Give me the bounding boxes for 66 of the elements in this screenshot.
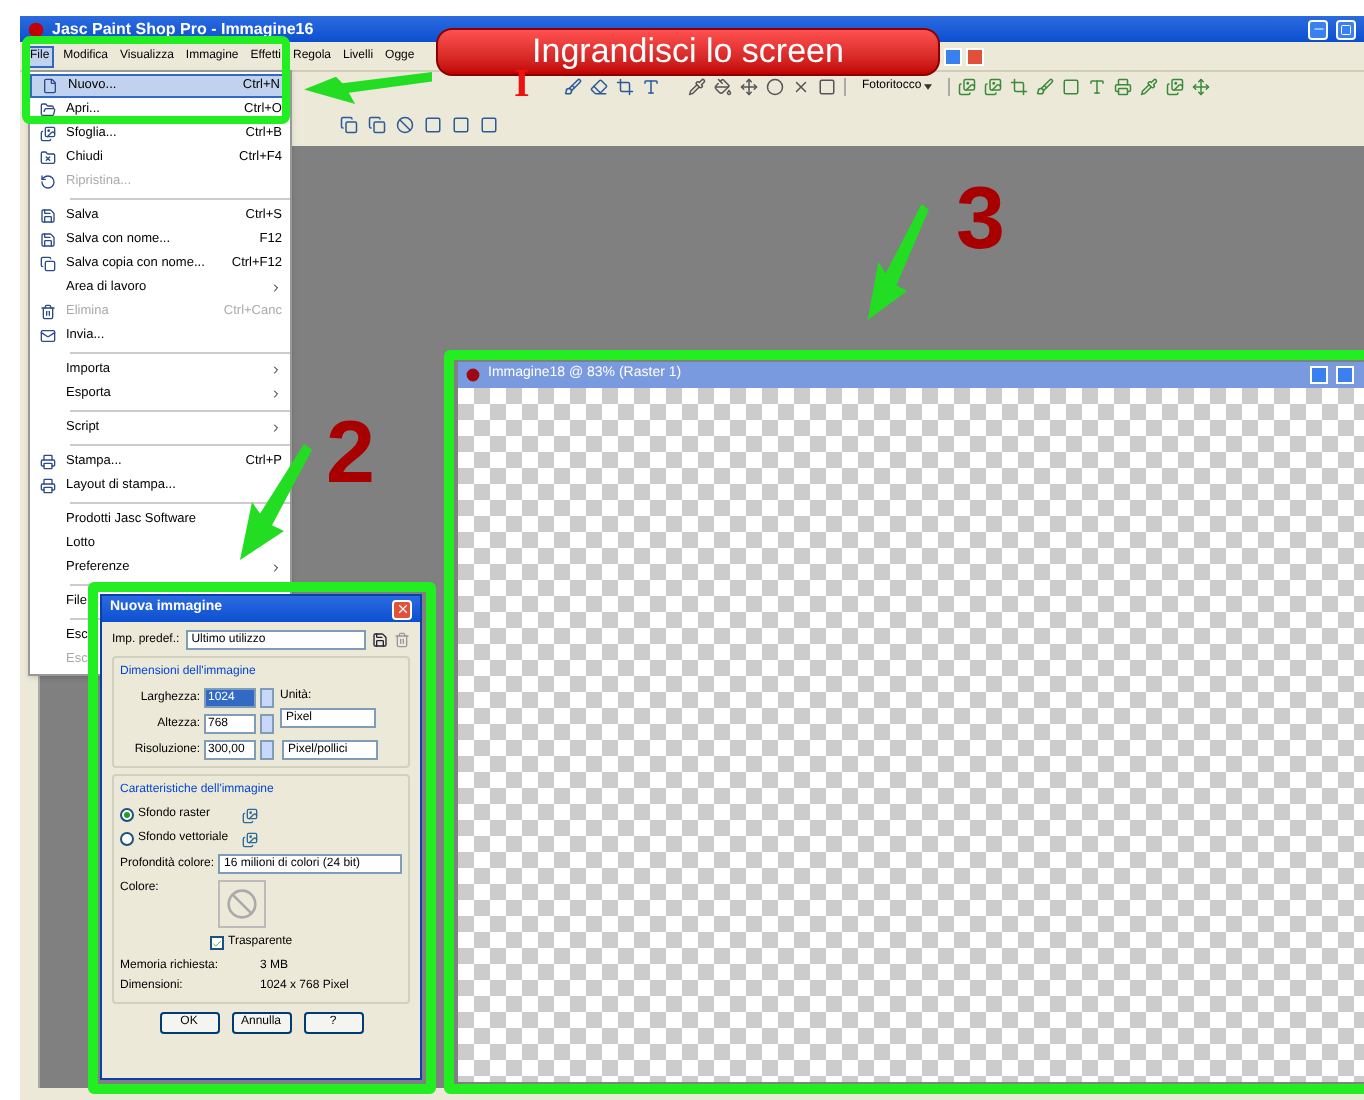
dropdown-caret-icon	[923, 84, 932, 90]
minimize-button[interactable]	[1310, 366, 1328, 384]
radio-button[interactable]	[120, 808, 134, 822]
menu-icon	[40, 150, 56, 166]
toolbar-icon[interactable]	[792, 78, 810, 96]
toolbar-icon[interactable]	[1165, 78, 1184, 96]
app-icon	[28, 21, 44, 37]
menu-icon	[40, 256, 56, 272]
layer-icon	[242, 807, 258, 823]
maximize-button[interactable]	[1336, 19, 1356, 39]
toolbar-icon[interactable]	[368, 115, 386, 133]
menu-icon	[42, 78, 58, 94]
toolbar-icon[interactable]	[1009, 78, 1028, 96]
menu-icon	[40, 304, 56, 320]
radio-button[interactable]	[120, 832, 134, 846]
toolbar-icon[interactable]	[616, 78, 634, 96]
toolbar-icon[interactable]	[766, 78, 784, 96]
close-button[interactable]	[392, 599, 412, 619]
toolbar-icon[interactable]	[714, 78, 732, 96]
toolbar-icon[interactable]	[1113, 78, 1132, 96]
window-title: Jasc Paint Shop Pro - Immagine16	[52, 17, 316, 41]
color-swatch[interactable]	[218, 880, 267, 928]
submenu-caret-icon	[270, 562, 282, 574]
toolbar-icon[interactable]	[396, 115, 414, 133]
menu-icon	[40, 208, 56, 224]
menu-icon	[40, 232, 56, 248]
menu-icon	[40, 126, 56, 142]
toolbar-icon[interactable]	[340, 115, 358, 133]
toolbar-icon[interactable]	[564, 78, 582, 96]
banner-text: Ingrandisci lo screen	[532, 30, 844, 75]
no-color-icon	[226, 888, 259, 920]
menu-icon	[40, 478, 56, 494]
toolbar-icon[interactable]	[983, 78, 1002, 96]
maximize-icon	[1340, 23, 1352, 35]
close-button[interactable]	[966, 48, 984, 66]
toolbar-icon[interactable]	[1191, 78, 1210, 96]
close-icon	[395, 602, 409, 616]
toolbar-icon[interactable]	[688, 78, 706, 96]
toolbar-icon[interactable]	[818, 78, 836, 96]
toolbar-icon[interactable]	[590, 78, 608, 96]
minimize-button[interactable]	[1308, 19, 1328, 39]
maximize-button[interactable]	[1336, 366, 1354, 384]
toolbar-icon[interactable]	[1061, 78, 1080, 96]
save-icon[interactable]	[372, 632, 388, 648]
menu-icon	[40, 328, 56, 344]
menu-icon	[40, 454, 56, 470]
submenu-caret-icon	[270, 282, 282, 294]
toolbar-icon[interactable]	[1035, 78, 1054, 96]
toolbar-icon[interactable]	[957, 78, 976, 96]
pointer-arrow	[236, 444, 316, 560]
pointer-arrow	[304, 72, 432, 104]
menu-icon	[40, 174, 56, 190]
menu-icon	[40, 102, 56, 118]
checkbox[interactable]	[210, 936, 224, 950]
step-number: I	[514, 64, 530, 104]
toolbar-icon[interactable]	[642, 78, 660, 96]
document-icon	[466, 368, 480, 382]
submenu-caret-icon	[270, 422, 282, 434]
toolbar-icon[interactable]	[740, 78, 758, 96]
toolbar-icon[interactable]	[1139, 78, 1158, 96]
step-number: 3	[956, 176, 1005, 264]
layer-icon	[242, 831, 258, 847]
step-number: 2	[326, 410, 375, 498]
toolbar-icon[interactable]	[1087, 78, 1106, 96]
minimize-button[interactable]	[944, 48, 962, 66]
minimize-icon	[1311, 22, 1325, 36]
